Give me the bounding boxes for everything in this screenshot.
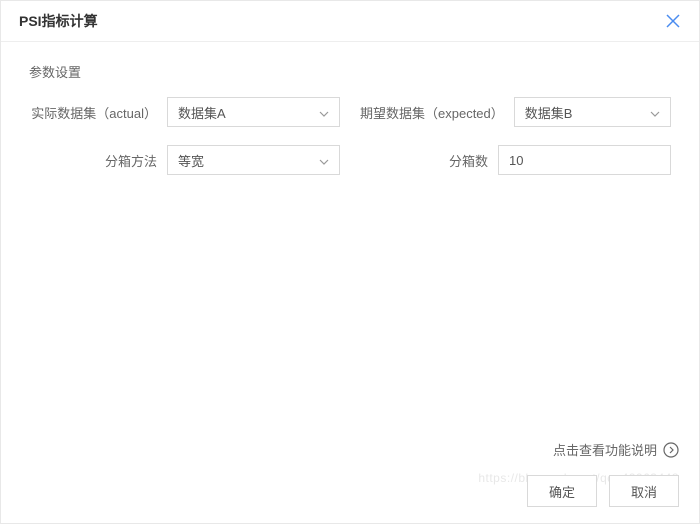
bin-count-label: 分箱数 [360,151,488,170]
close-icon[interactable] [665,13,681,29]
confirm-button[interactable]: 确定 [527,475,597,507]
actual-dataset-select[interactable]: 数据集A [167,97,340,127]
dialog-title: PSI指标计算 [19,11,98,31]
section-title: 参数设置 [29,62,671,81]
actual-dataset-value: 数据集A [178,103,226,122]
bin-method-value: 等宽 [178,151,204,170]
circle-arrow-right-icon [663,442,679,458]
bin-count-value: 10 [509,153,523,168]
help-link[interactable]: 点击查看功能说明 [21,440,679,459]
chevron-down-icon [319,107,329,117]
bin-method-label: 分箱方法 [29,151,157,170]
expected-dataset-label: 期望数据集（expected） [360,103,504,122]
expected-dataset-value: 数据集B [525,103,573,122]
help-link-label: 点击查看功能说明 [553,440,657,459]
actual-dataset-label: 实际数据集（actual） [29,103,157,122]
bin-method-select[interactable]: 等宽 [167,145,340,175]
expected-dataset-select[interactable]: 数据集B [514,97,671,127]
chevron-down-icon [650,107,660,117]
cancel-button[interactable]: 取消 [609,475,679,507]
bin-count-input[interactable]: 10 [498,145,671,175]
chevron-down-icon [319,155,329,165]
